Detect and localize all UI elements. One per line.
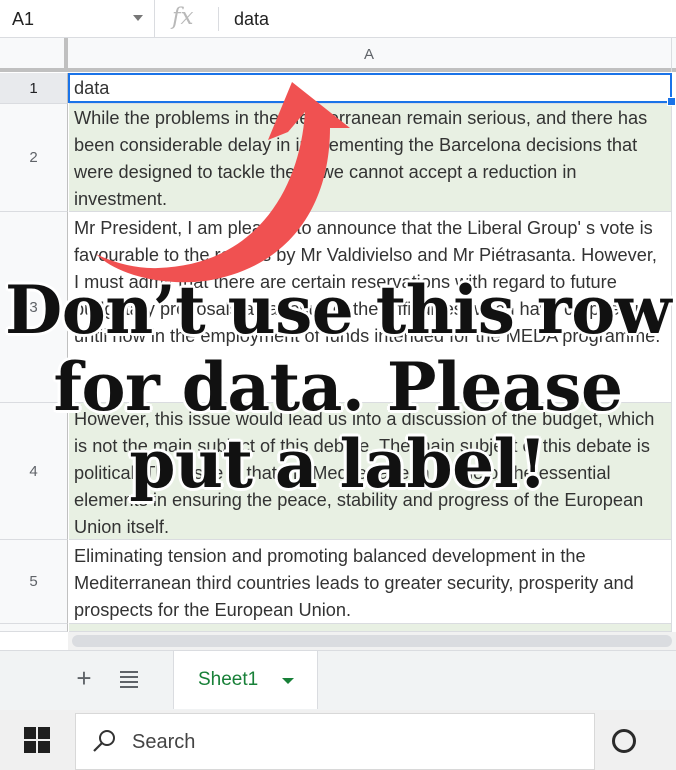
arrow-shape — [96, 82, 350, 283]
annotation-message: Don’t use this row for data. Please put … — [4, 271, 672, 503]
